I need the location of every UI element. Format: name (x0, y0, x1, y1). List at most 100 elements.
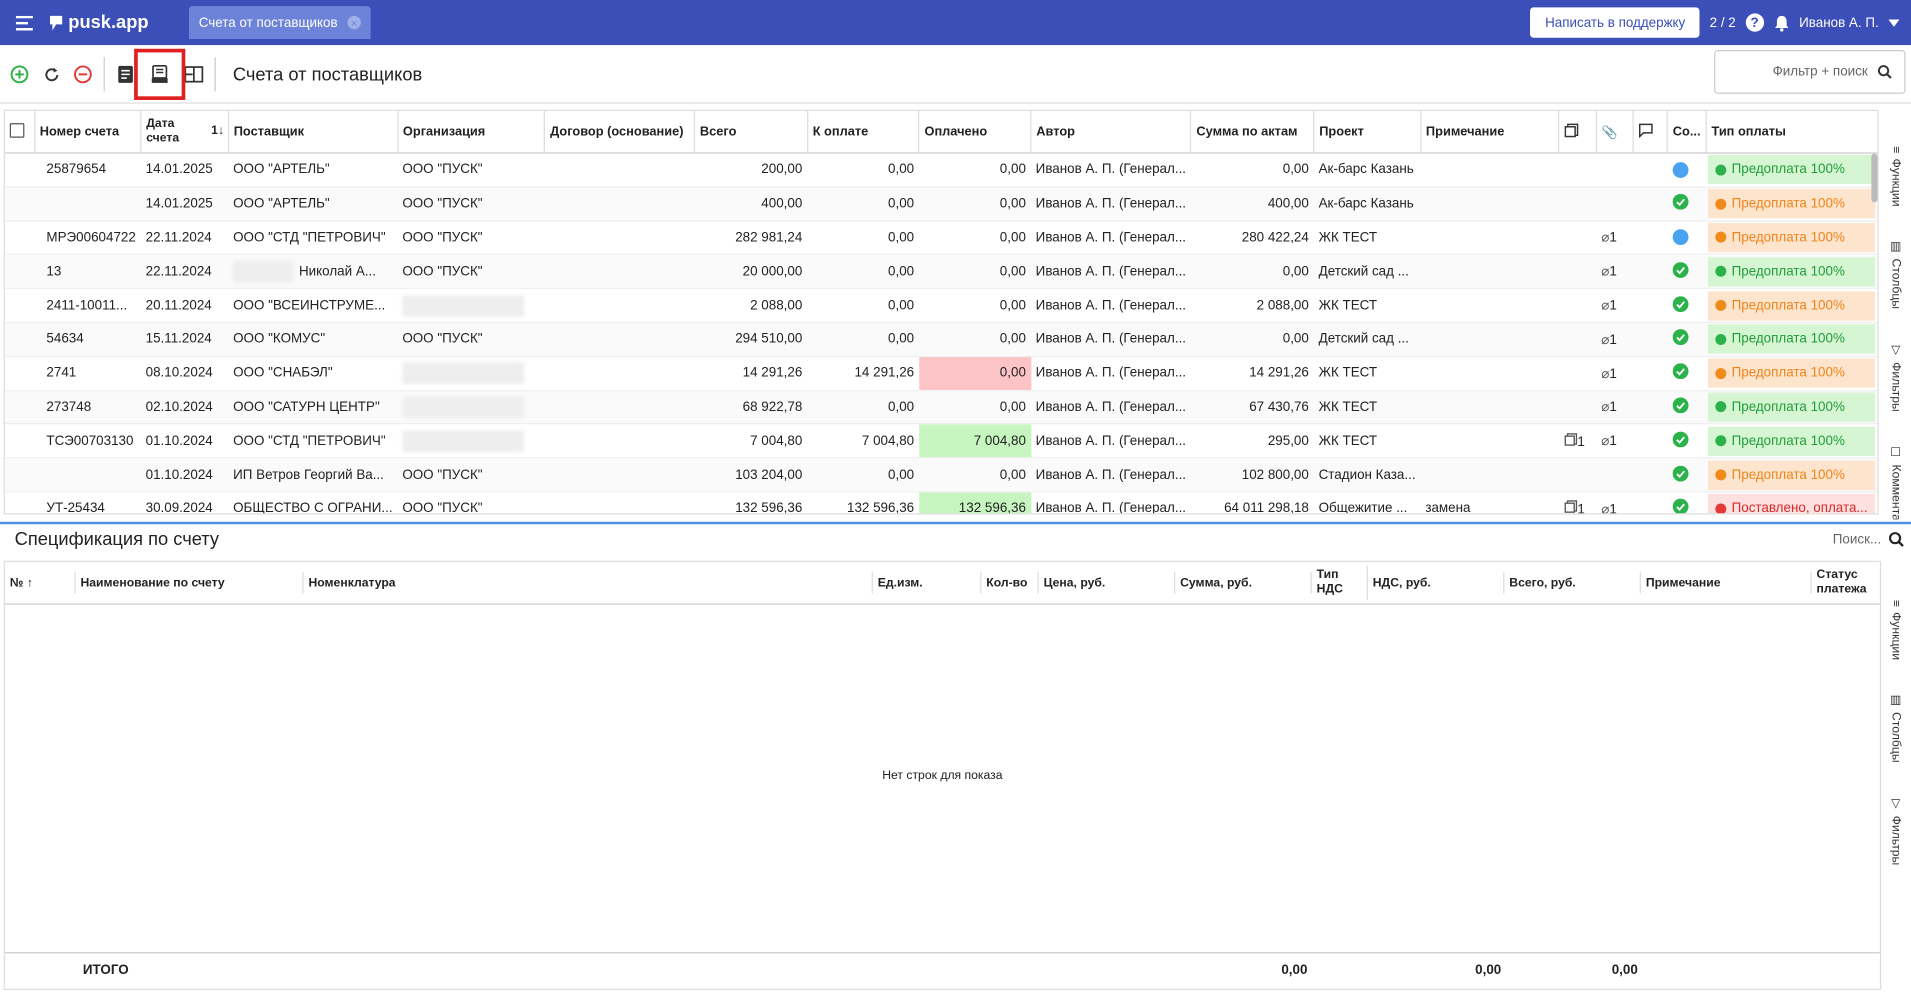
table-row[interactable]: ТСЭ00703130 01.10.2024 ООО "СТД "ПЕТРОВИЧ"… (4, 424, 1878, 459)
side-tab-filters[interactable]: ▽ Фильтры (1889, 344, 1902, 412)
paperclip-icon: 📎 (1601, 124, 1618, 140)
delete-button[interactable] (67, 59, 99, 91)
side-tab-functions[interactable]: ≡ Функции (1889, 146, 1902, 206)
col-header-total[interactable]: Всего (694, 110, 808, 154)
cell-author: Иванов А. П. (Генерал... (1030, 322, 1191, 357)
refresh-button[interactable] (35, 59, 67, 91)
row-checkbox-cell[interactable] (4, 220, 35, 256)
cell-acts-sum: 102 800,00 (1190, 457, 1314, 493)
col-header-number[interactable]: Номер счета (34, 110, 142, 154)
paperclip-icon: ⌀ (1601, 400, 1610, 416)
cell-status (1667, 424, 1706, 459)
cell-to-pay: 14 291,26 (807, 356, 920, 391)
row-checkbox-cell[interactable] (4, 153, 35, 188)
cell-supplier: ООО "СНАБЭЛ" (228, 356, 398, 391)
cell-note (1420, 288, 1560, 324)
side-tab-columns-label: Столбцы (1889, 258, 1903, 310)
spec-col-sum[interactable]: Сумма, руб. (1175, 571, 1312, 594)
table-row[interactable]: 54634 15.11.2024 ООО "КОМУС" ООО "ПУСК" 294 … (4, 322, 1878, 357)
col-header-supplier[interactable]: Поставщик (228, 110, 399, 154)
col-header-author[interactable]: Автор (1030, 110, 1192, 154)
app-logo[interactable]: pusk.app (49, 12, 183, 33)
table-row[interactable]: 14.01.2025 ООО "АРТЕЛЬ" ООО "ПУСК" 400,00 0,… (4, 186, 1878, 222)
user-name[interactable]: Иванов А. П. (1799, 15, 1879, 30)
hamburger-menu-icon[interactable] (0, 15, 49, 30)
col-header-attachments[interactable]: 📎 (1596, 110, 1634, 154)
table-row[interactable]: МРЭ00604722 22.11.2024 ООО "СТД "ПЕТРОВИЧ"… (4, 220, 1878, 256)
row-checkbox-cell[interactable] (4, 390, 35, 425)
col-header-organization[interactable]: Организация (397, 110, 546, 154)
cell-paid: 132 596,36 (919, 491, 1031, 514)
highlight-box (134, 48, 186, 100)
row-checkbox-cell[interactable] (4, 254, 35, 290)
side-tab-filters[interactable]: ▽ Фильтры (1889, 797, 1902, 865)
table-row[interactable]: 273748 02.10.2024 ООО "САТУРН ЦЕНТР" 68 922… (4, 390, 1878, 425)
spec-col-unit[interactable]: Ед.изм. (873, 571, 982, 594)
spec-col-note[interactable]: Примечание (1641, 571, 1812, 594)
tab-label: Счета от поставщиков (198, 15, 338, 30)
table-row[interactable]: 13 22.11.2024 Николай А... ООО "ПУСК" 20 000… (4, 254, 1878, 290)
spec-col-all[interactable]: Всего, руб. (1504, 571, 1641, 594)
col-header-status[interactable]: Со... (1667, 110, 1707, 154)
col-header-to-pay[interactable]: К оплате (807, 110, 920, 154)
row-checkbox-cell[interactable] (4, 356, 35, 391)
col-header-payment-type[interactable]: Тип оплаты (1705, 110, 1878, 154)
col-header-project[interactable]: Проект (1313, 110, 1422, 154)
bell-icon[interactable] (1774, 14, 1790, 31)
row-checkbox-cell[interactable] (4, 457, 35, 493)
table-row[interactable]: 2741 08.10.2024 ООО "СНАБЭЛ" 14 291,26 14 29… (4, 356, 1878, 391)
cell-project: ЖК ТЕСТ (1313, 390, 1421, 425)
add-button[interactable] (4, 59, 36, 91)
spec-col-vat[interactable]: НДС, руб. (1368, 571, 1505, 594)
cell-payment-type: Предоплата 100% (1705, 457, 1878, 493)
help-icon[interactable]: ? (1745, 13, 1764, 32)
select-all-checkbox[interactable] (4, 110, 35, 154)
col-header-acts-sum[interactable]: Сумма по актам (1190, 110, 1315, 154)
tab-close-icon[interactable]: × (347, 15, 361, 30)
table-row[interactable]: 01.10.2024 ИП Ветров Георгий Ва... ООО "ПУ… (4, 457, 1878, 493)
col-header-contract[interactable]: Договор (основание) (544, 110, 696, 154)
cell-contract (544, 220, 695, 256)
panel-splitter[interactable] (0, 521, 1911, 525)
top-bar: pusk.app Счета от поставщиков × Написать… (0, 0, 1911, 46)
tab-supplier-invoices[interactable]: Счета от поставщиков × (188, 6, 371, 40)
cell-total: 68 922,78 (694, 390, 808, 425)
row-checkbox-cell[interactable] (4, 322, 35, 357)
docs-count: 1 (1577, 434, 1585, 450)
cell-supplier: ОБЩЕСТВО С ОГРАНИ... (228, 491, 398, 514)
chevron-down-icon[interactable] (1888, 18, 1900, 27)
table-row[interactable]: 25879654 14.01.2025 ООО "АРТЕЛЬ" ООО "ПУСК"… (4, 153, 1878, 188)
cell-docs (1559, 186, 1597, 222)
table-row[interactable]: 2411-10011... 20.11.2024 ООО "ВСЕИНСТРУМЕ.… (4, 288, 1878, 324)
side-tab-columns[interactable]: ▥ Столбцы (1889, 694, 1902, 763)
cell-acts-sum: 400,00 (1190, 186, 1314, 222)
spec-col-name[interactable]: Наименование по счету (76, 571, 304, 594)
side-tab-columns[interactable]: ▥ Столбцы (1889, 240, 1902, 309)
spec-col-number[interactable]: № ↑ (5, 571, 76, 594)
row-checkbox-cell[interactable] (4, 424, 35, 459)
filter-search-input[interactable]: Фильтр + поиск (1714, 49, 1906, 94)
row-checkbox-cell[interactable] (4, 288, 35, 324)
col-header-comments[interactable] (1632, 110, 1668, 154)
side-tab-comments[interactable]: ☐ Комментарии (1889, 446, 1902, 519)
cell-comments (1632, 220, 1668, 256)
table-row[interactable]: УТ-25434 30.09.2024 ОБЩЕСТВО С ОГРАНИ... ОО… (4, 491, 1878, 514)
spec-col-price[interactable]: Цена, руб. (1039, 571, 1176, 594)
support-button[interactable]: Написать в поддержку (1530, 7, 1700, 38)
cell-total: 132 596,36 (694, 491, 808, 514)
side-tab-functions[interactable]: ≡ Функции (1889, 600, 1902, 660)
spec-search-input[interactable]: Поиск... (1833, 532, 1905, 548)
col-header-docs[interactable] (1559, 110, 1597, 154)
spec-col-qty[interactable]: Кол-во (981, 571, 1039, 594)
row-checkbox-cell[interactable] (4, 491, 35, 514)
spec-col-nomenclature[interactable]: Номенклатура (304, 571, 873, 594)
cell-date: 02.10.2024 (140, 390, 229, 425)
scrollbar-vertical[interactable] (1871, 153, 1878, 203)
col-header-note[interactable]: Примечание (1420, 110, 1560, 154)
spec-col-vat-type[interactable]: Тип НДС (1312, 565, 1368, 600)
col-header-date[interactable]: Дата счета 1↓ (140, 110, 229, 154)
col-header-paid[interactable]: Оплачено (919, 110, 1032, 154)
cell-attachments: ⌀1 (1596, 322, 1633, 357)
row-checkbox-cell[interactable] (4, 186, 35, 222)
spec-col-payment-status[interactable]: Статус платежа (1812, 566, 1875, 600)
